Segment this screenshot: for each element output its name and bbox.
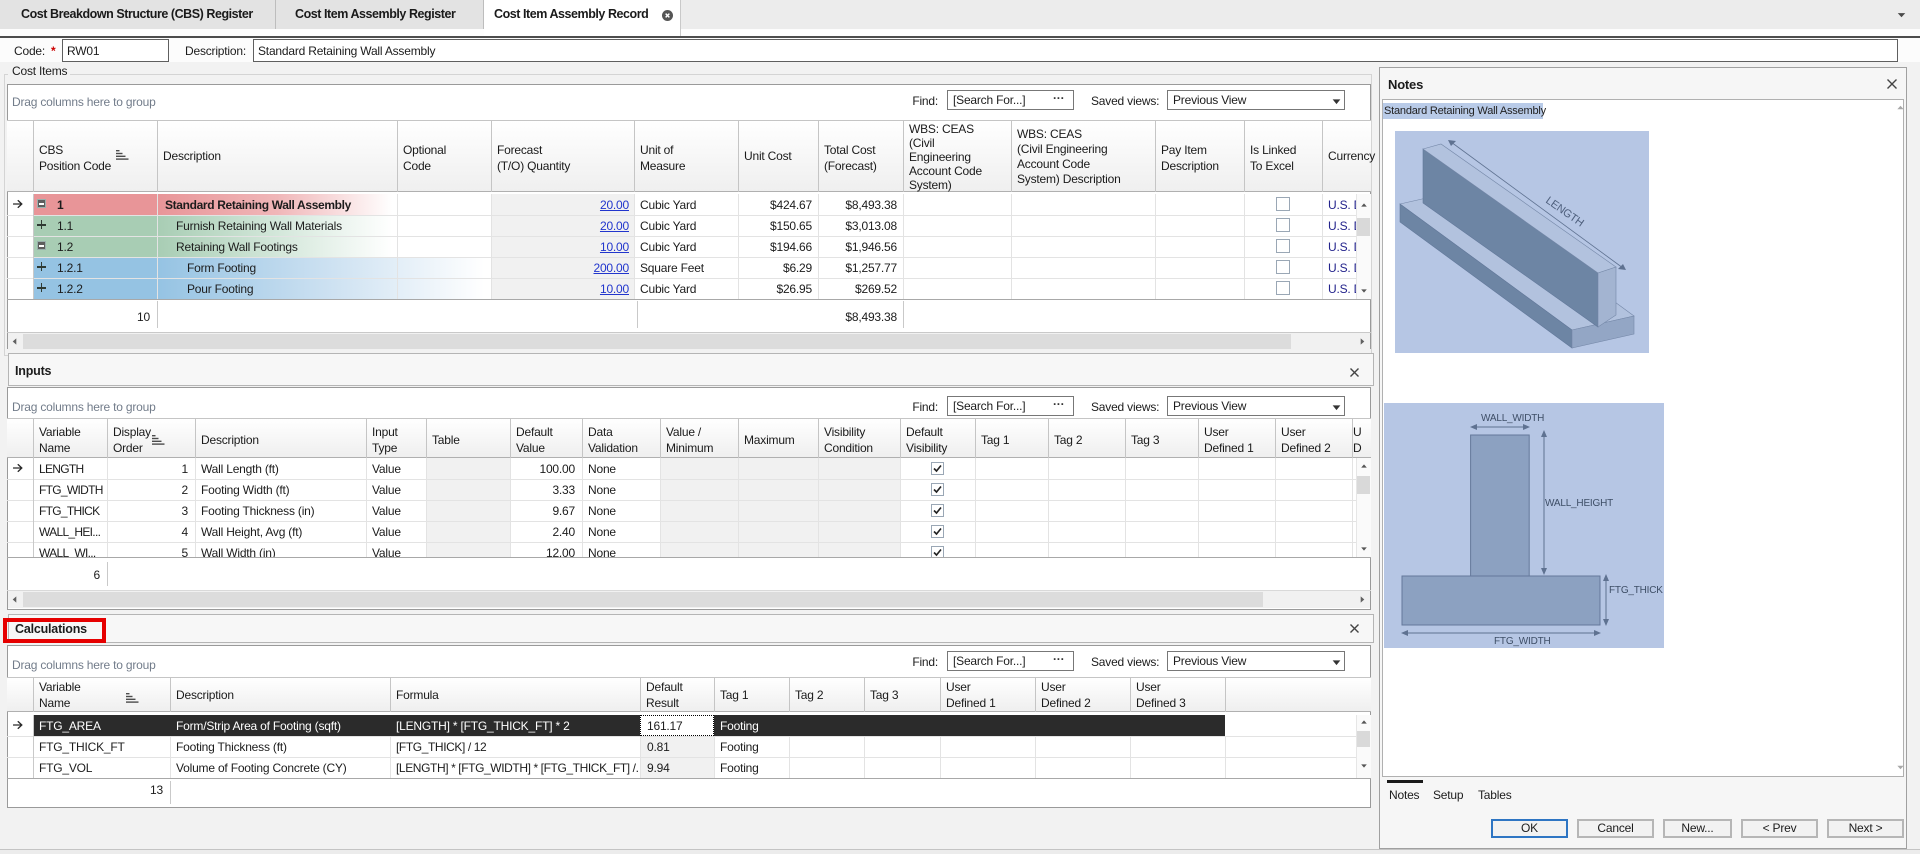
svg-text:FTG_THICK: FTG_THICK (1609, 585, 1663, 596)
svg-text:FTG_WIDTH: FTG_WIDTH (1494, 636, 1551, 647)
svg-text:WALL_HEIGHT: WALL_HEIGHT (1545, 498, 1613, 509)
svg-text:WALL_WIDTH: WALL_WIDTH (1481, 413, 1544, 424)
